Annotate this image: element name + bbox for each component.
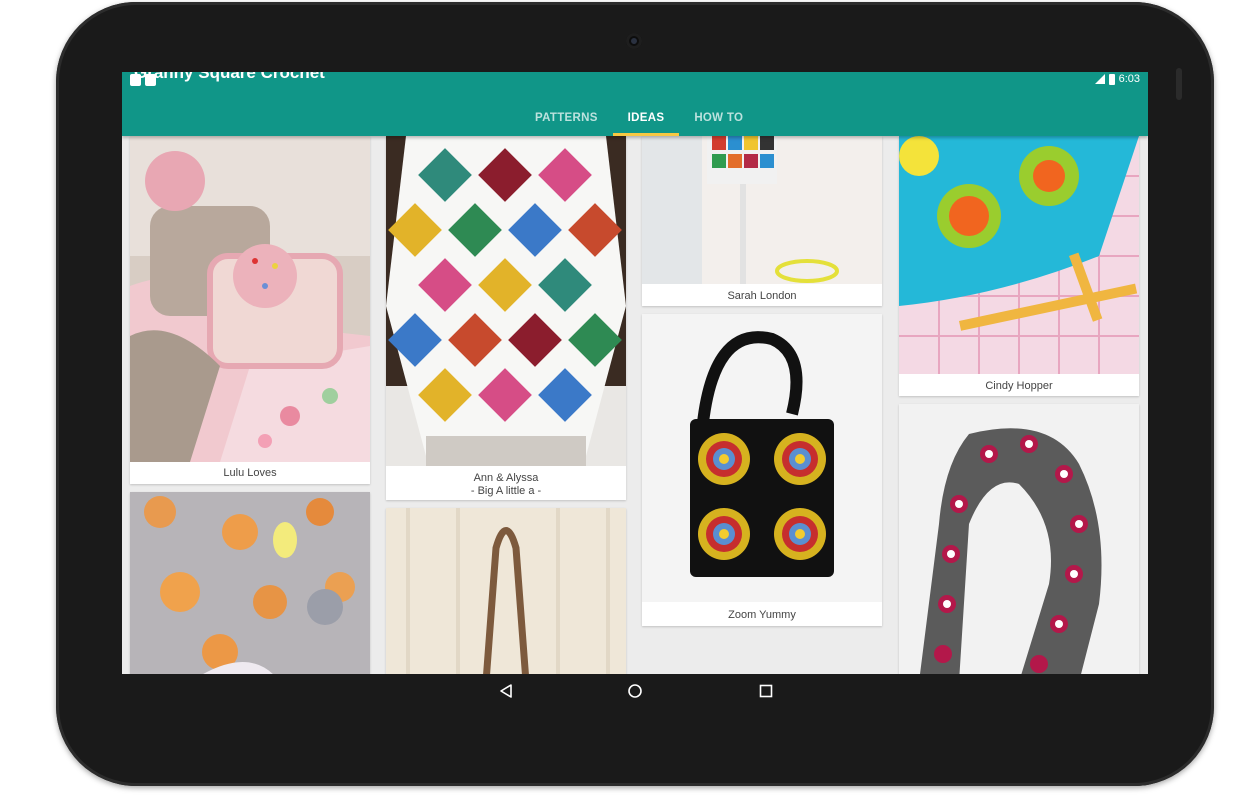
card-caption: Lulu Loves: [223, 467, 277, 479]
card-caption: Sarah London: [727, 290, 797, 302]
card-caption-line2: - Big A little a -: [470, 485, 542, 497]
status-bar-right: 6:03: [1094, 73, 1140, 85]
tab-bar: PATTERNS IDEAS HOW TO: [520, 100, 758, 136]
blanket-photo: [386, 136, 626, 466]
idea-card-zoom-yummy[interactable]: Zoom Yummy: [642, 314, 882, 626]
idea-card-ann-alyssa[interactable]: Ann & Alyssa - Big A little a -: [386, 136, 626, 500]
pencil-case-photo: [899, 136, 1139, 374]
idea-card-strap[interactable]: [386, 508, 626, 674]
tab-ideas[interactable]: IDEAS: [612, 100, 680, 136]
idea-card-floral[interactable]: [130, 492, 370, 674]
card-caption-line1: Ann & Alyssa: [473, 472, 539, 484]
card-caption: Zoom Yummy: [728, 609, 796, 621]
floral-fabric-photo: [130, 492, 370, 674]
home-icon[interactable]: [627, 683, 643, 699]
scarf-photo: [899, 404, 1139, 674]
idea-card-scarf[interactable]: [899, 404, 1139, 674]
navigation-bar: [122, 674, 1148, 712]
lampshade-photo: [642, 136, 882, 284]
recents-icon[interactable]: [758, 683, 774, 699]
front-camera: [626, 33, 642, 49]
card-caption: Cindy Hopper: [985, 380, 1053, 392]
bag-strap-photo: [386, 508, 626, 674]
idea-card-cindy-hopper[interactable]: Cindy Hopper: [899, 136, 1139, 396]
tab-how-to[interactable]: HOW TO: [679, 100, 758, 136]
side-button: [1176, 68, 1182, 100]
crochet-bag-photo: [642, 314, 882, 602]
idea-card-sarah-london[interactable]: Sarah London: [642, 136, 882, 306]
signal-icon: [1094, 74, 1105, 84]
battery-icon: [1108, 73, 1115, 85]
app-bar: Granny Square Crochet 6:03 PATTERNS IDEA…: [122, 72, 1148, 136]
idea-card-lulu-loves[interactable]: Lulu Loves: [130, 136, 370, 484]
status-time: 6:03: [1118, 73, 1140, 85]
app-screen: Lulu Loves Ann & Alyssa - Big A little a…: [122, 72, 1148, 674]
pincushion-photo: [130, 136, 370, 462]
back-icon[interactable]: [498, 683, 514, 699]
tab-patterns[interactable]: PATTERNS: [520, 100, 613, 136]
app-title: Granny Square Crochet: [134, 72, 325, 82]
